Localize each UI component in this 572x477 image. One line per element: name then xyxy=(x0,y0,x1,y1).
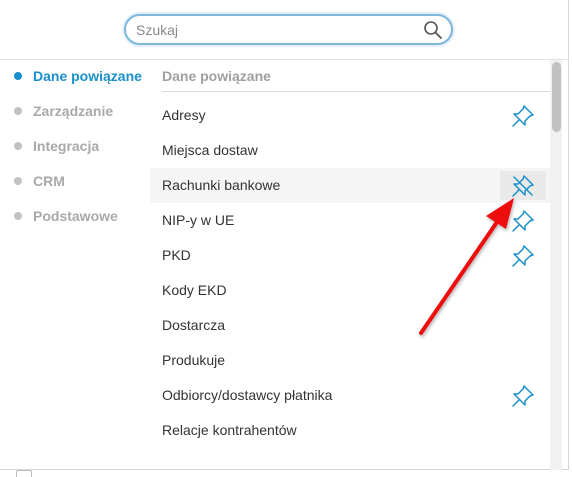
list-item[interactable]: PKD xyxy=(150,238,550,273)
bullet-icon xyxy=(14,107,22,116)
list-item-label: Relacje kontrahentów xyxy=(162,422,297,438)
sidebar-item-podstawowe[interactable]: Podstawowe xyxy=(14,208,118,228)
unpin-icon[interactable] xyxy=(500,171,546,200)
divider xyxy=(0,59,569,60)
list-item-label: Adresy xyxy=(162,107,206,123)
sidebar-item-crm[interactable]: CRM xyxy=(14,173,65,193)
sidebar-item-zarzadzanie[interactable]: Zarządzanie xyxy=(14,103,113,123)
list-item[interactable]: Relacje kontrahentów xyxy=(150,413,550,448)
list-item[interactable]: Rachunki bankowe xyxy=(150,168,550,203)
bullet-icon xyxy=(14,212,22,221)
list-item-label: NIP-y w UE xyxy=(162,212,235,228)
list-item-label: Kody EKD xyxy=(162,282,227,298)
list-item-label: Rachunki bankowe xyxy=(162,177,281,193)
list-item[interactable]: Kody EKD xyxy=(150,273,550,308)
sidebar-item-integracja[interactable]: Integracja xyxy=(14,138,99,158)
list-item[interactable]: Miejsca dostaw xyxy=(150,133,550,168)
sidebar-item-label: Zarządzanie xyxy=(33,103,114,119)
list-item-label: Odbiorcy/dostawcy płatnika xyxy=(162,387,333,403)
header-divider xyxy=(162,91,550,92)
bullet-icon xyxy=(14,72,22,81)
search-icon[interactable] xyxy=(423,20,443,40)
sidebar-item-label: CRM xyxy=(33,173,65,189)
sidebar-item-label: Integracja xyxy=(33,138,100,154)
pin-icon[interactable] xyxy=(500,206,546,235)
pin-icon[interactable] xyxy=(500,381,546,410)
list-item[interactable]: Dostarcza xyxy=(150,308,550,343)
list-item[interactable]: Produkuje xyxy=(150,343,550,378)
bullet-icon xyxy=(14,177,22,186)
list-item-label: Miejsca dostaw xyxy=(162,142,258,158)
scrollbar-thumb[interactable] xyxy=(552,62,561,132)
list-item-label: PKD xyxy=(162,247,191,263)
search-input[interactable] xyxy=(136,20,416,40)
pin-icon[interactable] xyxy=(500,241,546,270)
pin-icon[interactable] xyxy=(500,101,546,130)
sidebar-item-dane-powiazane[interactable]: Dane powiązane xyxy=(14,68,142,88)
list-item-label: Dostarcza xyxy=(162,317,226,333)
list-item[interactable]: Odbiorcy/dostawcy płatnika xyxy=(150,378,550,413)
list-item[interactable]: NIP-y w UE xyxy=(150,203,550,238)
sidebar-item-label: Podstawowe xyxy=(33,208,118,224)
bullet-icon xyxy=(14,142,22,151)
search-box[interactable] xyxy=(124,14,453,45)
list-item[interactable]: Adresy xyxy=(150,98,550,133)
sidebar-item-label: Dane powiązane xyxy=(33,68,142,84)
list-header: Dane powiązane xyxy=(162,68,271,84)
list-item-label: Produkuje xyxy=(162,352,226,368)
